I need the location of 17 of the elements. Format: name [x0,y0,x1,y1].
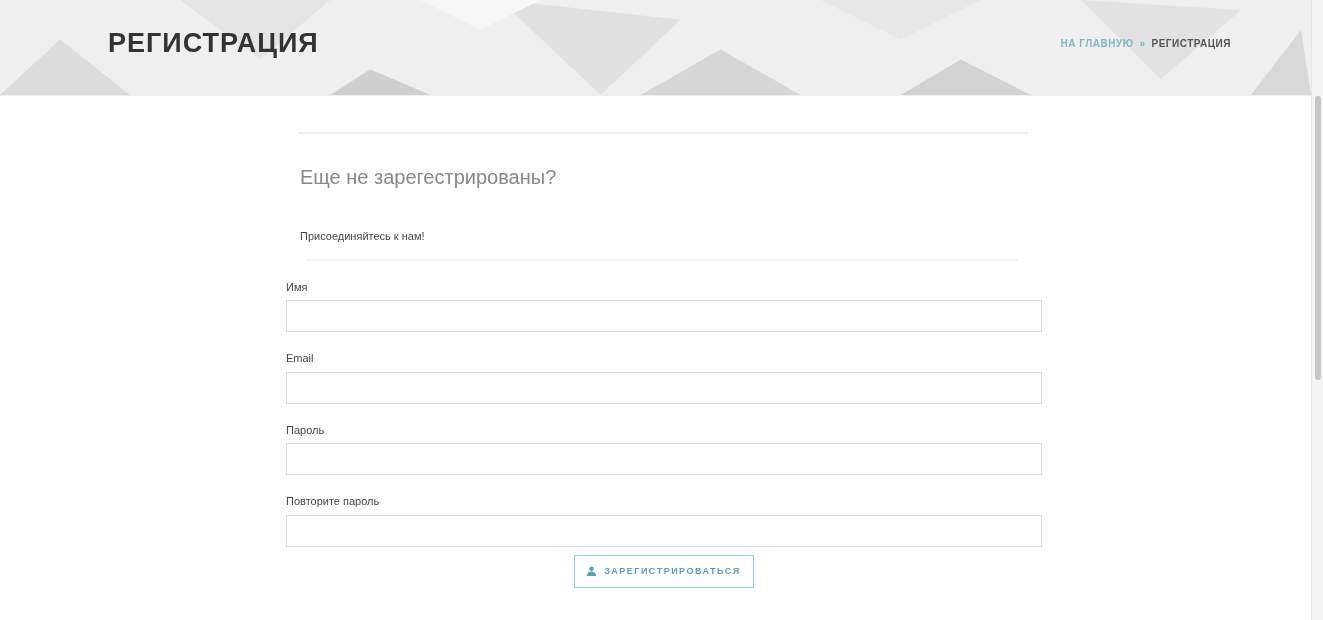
input-field[interactable] [286,300,1042,332]
breadcrumb-separator: » [1139,36,1146,51]
field-label: Email [286,351,315,366]
breadcrumb-current: РЕГИСТРАЦИЯ [1151,36,1231,51]
field-label: Имя [286,279,309,295]
scrollbar[interactable] [1311,0,1323,620]
input-field[interactable] [286,371,1042,404]
form-subtitle: Присоединяйтесь к нам! [300,229,426,244]
field-label: Пароль [286,422,326,438]
field-label: Повторите пароль [286,494,381,509]
input-field[interactable] [286,443,1042,475]
page-title: РЕГИСТРАЦИЯ [108,26,319,60]
home-link[interactable]: НА ГЛАВНУЮ [1060,35,1134,51]
user-icon [587,566,597,577]
form-heading: Еще не зарегестрированы? [300,165,558,190]
input-field[interactable] [286,514,1042,547]
register-button[interactable]: ЗАРЕГИСТРИРОВАТЬСЯ [574,554,754,588]
